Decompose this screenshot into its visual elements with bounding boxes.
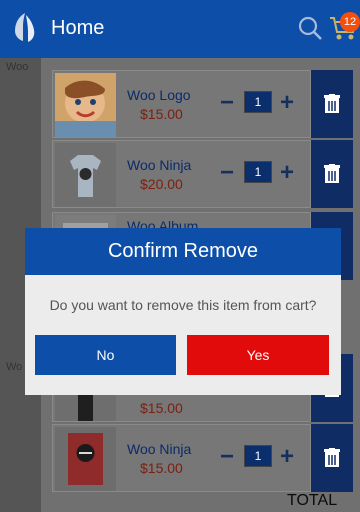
cart-total-label: TOTAL — [287, 492, 338, 509]
remove-item-button[interactable] — [311, 140, 353, 208]
product-price: $15.00 — [140, 460, 183, 476]
search-icon[interactable] — [296, 14, 324, 42]
dialog-title: Confirm Remove — [25, 228, 341, 275]
trash-icon — [324, 448, 340, 467]
app-logo-icon[interactable] — [12, 12, 38, 44]
product-name: Woo Logo — [127, 87, 191, 103]
product-price: $20.00 — [140, 176, 183, 192]
dialog-message: Do you want to remove this item from car… — [49, 297, 317, 313]
quantity-stepper[interactable]: − 1 + — [210, 89, 308, 119]
trash-icon — [324, 164, 340, 183]
plus-icon[interactable]: + — [274, 444, 300, 470]
minus-icon[interactable]: − — [214, 90, 240, 116]
quantity-stepper[interactable]: − 1 + — [210, 443, 308, 473]
confirm-remove-dialog: Confirm Remove Do you want to remove thi… — [25, 228, 341, 395]
page-title: Home — [51, 17, 105, 39]
quantity-stepper[interactable]: − 1 + — [210, 159, 308, 189]
quantity-field[interactable]: 1 — [244, 91, 272, 113]
remove-item-button[interactable] — [311, 70, 353, 138]
cart-item: Woo Ninja $20.00 − 1 + — [52, 140, 311, 208]
yes-button[interactable]: Yes — [187, 335, 329, 375]
background-text: Woo — [6, 61, 29, 73]
plus-icon[interactable]: + — [274, 160, 300, 186]
app-bar: Home 12 — [0, 0, 360, 58]
product-name: Woo Ninja — [127, 157, 192, 173]
product-image — [55, 427, 116, 491]
product-price: $15.00 — [140, 106, 183, 122]
cart-count-badge: 12 — [340, 12, 360, 32]
quantity-field[interactable]: 1 — [244, 161, 272, 183]
trash-icon — [324, 94, 340, 113]
plus-icon[interactable]: + — [274, 90, 300, 116]
remove-item-button[interactable] — [311, 424, 353, 492]
cart-item: Woo Logo $15.00 − 1 + — [52, 70, 311, 138]
minus-icon[interactable]: − — [214, 444, 240, 470]
no-button[interactable]: No — [35, 335, 176, 375]
product-name: Woo Ninja — [127, 441, 192, 457]
background-text: Wo — [6, 361, 23, 373]
product-image — [55, 143, 116, 207]
minus-icon[interactable]: − — [214, 160, 240, 186]
product-price: $15.00 — [140, 400, 183, 416]
product-image — [55, 73, 116, 137]
cart-item: Woo Ninja $15.00 − 1 + — [52, 424, 311, 492]
quantity-field[interactable]: 1 — [244, 445, 272, 467]
